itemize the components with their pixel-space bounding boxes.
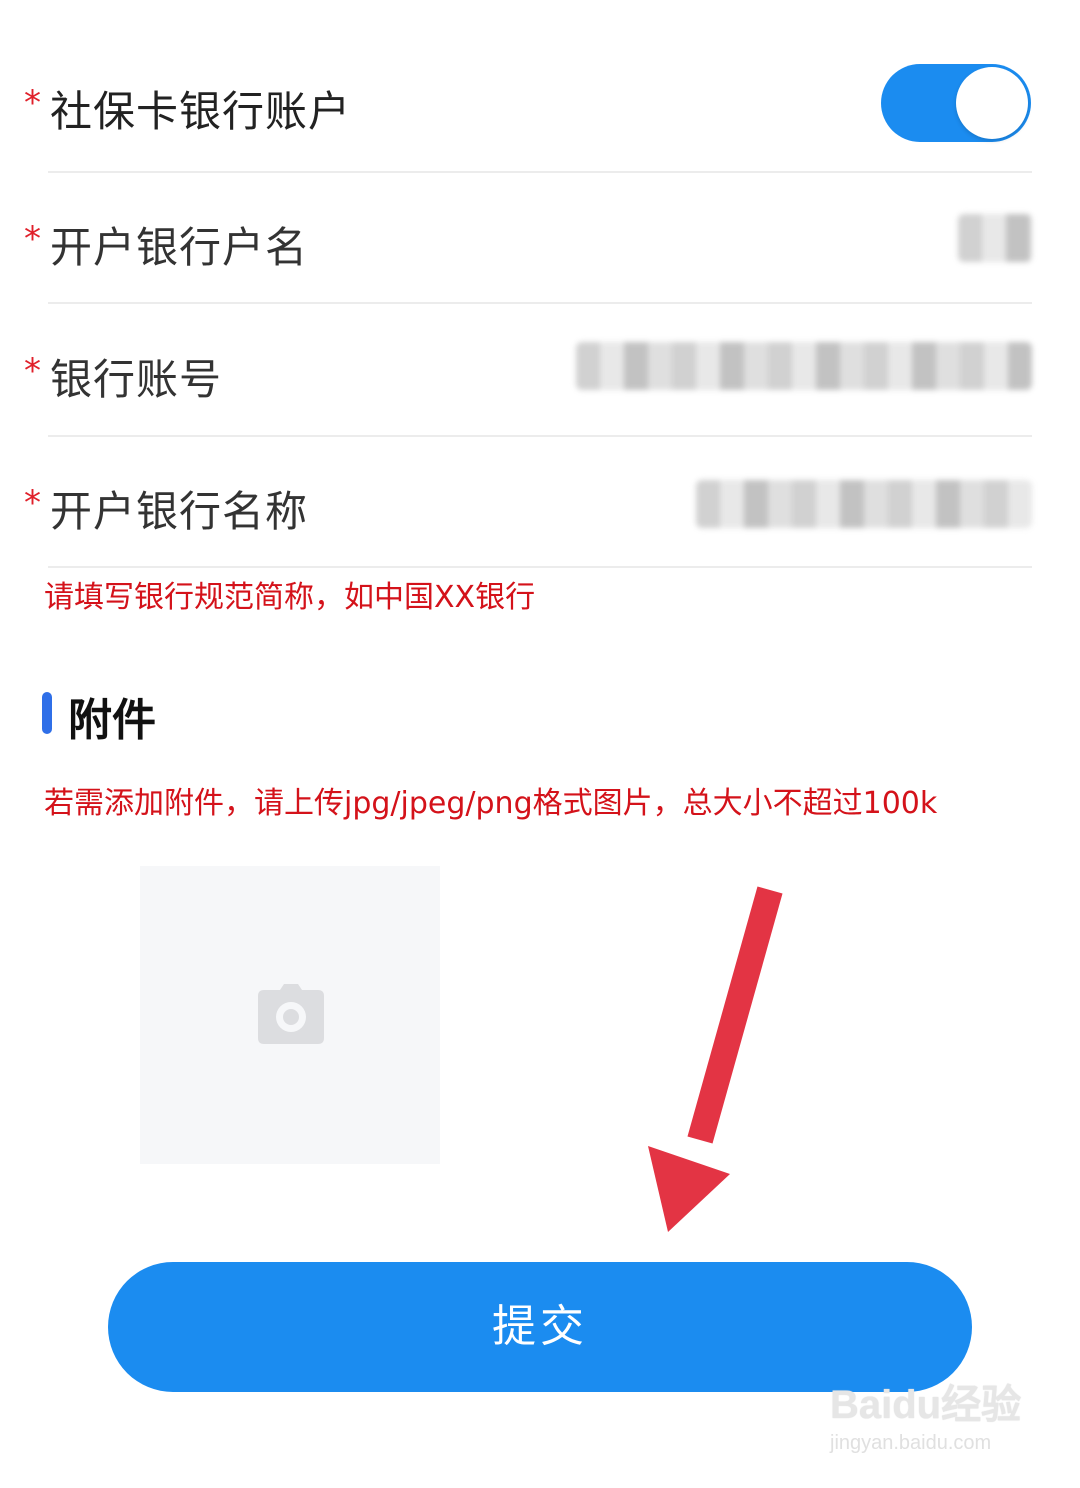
required-mark: * <box>24 351 41 391</box>
social-security-account-toggle[interactable] <box>881 64 1031 142</box>
watermark-url: jingyan.baidu.com <box>830 1432 992 1454</box>
watermark-brand: Baidu经验 <box>830 1383 1022 1427</box>
field-label-account-holder: 开户银行户名 <box>50 223 309 272</box>
bank-name-input[interactable] <box>696 480 1032 528</box>
attachments-title: 附件 <box>68 695 156 746</box>
section-accent-bar <box>42 692 52 734</box>
field-row-account-holder: * 开户银行户名 <box>0 172 1080 304</box>
attachment-upload-box[interactable] <box>140 866 440 1164</box>
attachments-hint: 若需添加附件，请上传jpg/jpeg/png格式图片，总大小不超过100k <box>44 786 938 821</box>
required-mark: * <box>24 483 41 523</box>
required-mark: * <box>24 219 41 259</box>
field-label-bank-name: 开户银行名称 <box>50 487 309 536</box>
required-mark: * <box>24 83 41 123</box>
account-holder-input[interactable] <box>958 214 1032 262</box>
field-row-account-number: * 银行账号 <box>0 304 1080 436</box>
bank-name-hint: 请填写银行规范简称，如中国XX银行 <box>44 580 536 615</box>
field-row-bank-name: * 开户银行名称 <box>0 436 1080 568</box>
page: * 社保卡银行账户 * 开户银行户名 * 银行账号 * 开户银行名称 请填写银行… <box>0 0 1080 1488</box>
divider <box>48 566 1032 568</box>
toggle-knob <box>956 67 1028 139</box>
field-row-social-security-account: * 社保卡银行账户 <box>0 0 1080 172</box>
tutorial-arrow-icon <box>648 886 783 1232</box>
baidu-jingyan-watermark: Baidu经验 jingyan.baidu.com <box>830 1372 1021 1455</box>
field-label-social-security-account: 社保卡银行账户 <box>50 87 352 136</box>
field-label-account-number: 银行账号 <box>50 355 223 404</box>
account-number-input[interactable] <box>576 342 1032 390</box>
camera-icon <box>258 984 324 1044</box>
